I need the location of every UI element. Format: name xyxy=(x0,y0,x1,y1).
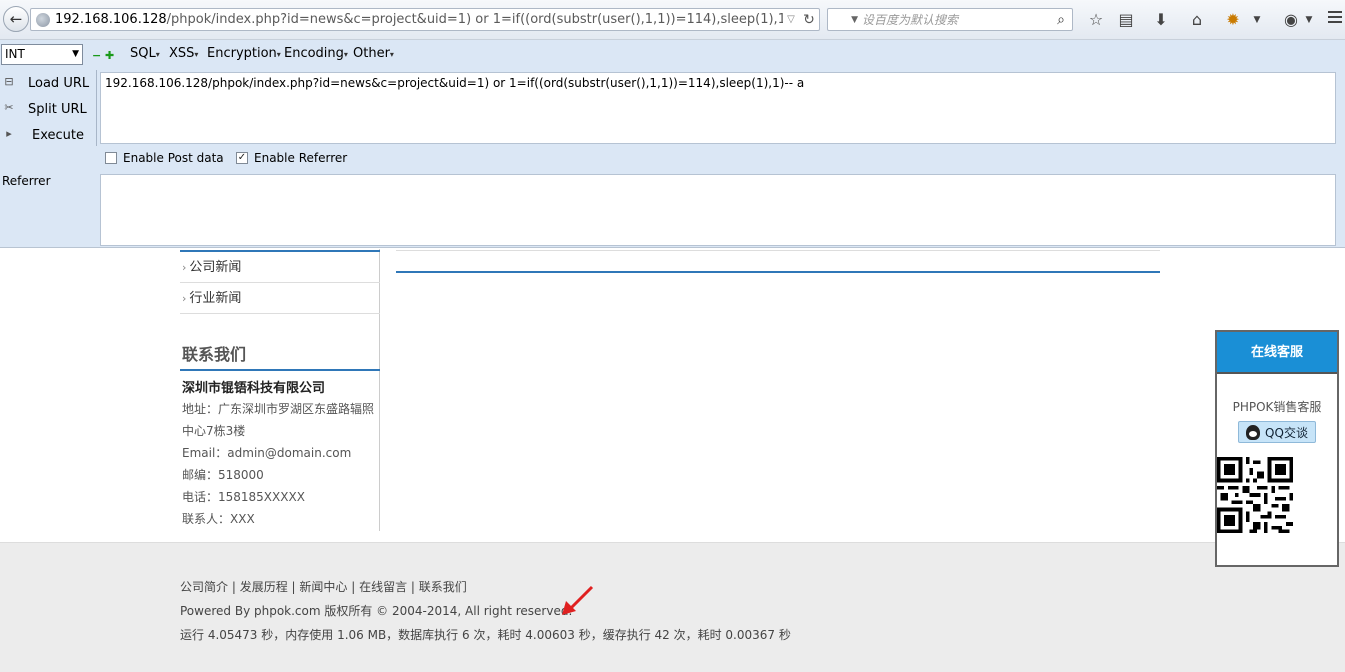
footer-link[interactable]: 联系我们 xyxy=(419,580,467,594)
category-item[interactable]: › 公司新闻 xyxy=(180,252,380,283)
url-textarea[interactable]: 192.168.106.128/phpok/index.php?id=news&… xyxy=(100,72,1336,144)
referrer-label: Referrer xyxy=(2,174,51,188)
category-label: 公司新闻 xyxy=(189,260,242,275)
firebug-icon[interactable]: ✹ xyxy=(1222,9,1244,31)
url-textarea-value: 192.168.106.128/phpok/index.php?id=news&… xyxy=(105,76,805,90)
caret-icon: ▾ xyxy=(389,50,394,59)
addon-dropdown-icon[interactable]: ▼ xyxy=(1298,9,1320,31)
enable-referrer-checkbox[interactable]: ✓ Enable Referrer xyxy=(236,151,347,165)
page-content: › 公司新闻 › 行业新闻 联系我们 深圳市锟铻科技有限公司 地址：广东深圳市罗湖区… xyxy=(0,249,1345,672)
company-name: 深圳市锟铻科技有限公司 xyxy=(182,381,326,396)
category-label: 行业新闻 xyxy=(189,291,242,306)
contact-title: 联系我们 xyxy=(182,345,247,364)
split-url-button[interactable]: ✂ Split URL xyxy=(0,98,87,120)
search-placeholder: 设百度为默认搜索 xyxy=(862,13,959,27)
menu-other-label: Other xyxy=(353,46,390,61)
footer-copyright: Powered By phpok.com 版权所有 © 2004-2014, A… xyxy=(180,604,573,618)
address-line-2: 中心7栋3楼 xyxy=(182,424,246,438)
footer-link[interactable]: 公司简介 xyxy=(180,580,228,594)
post-checkbox-box[interactable] xyxy=(105,152,117,164)
chevron-right-icon: › xyxy=(182,292,187,305)
hackbar-divider xyxy=(96,70,97,146)
phone-line: 电话：158185XXXXX xyxy=(182,490,305,504)
reload-icon[interactable]: ↻ xyxy=(799,12,819,28)
menu-encryption-label: Encryption xyxy=(207,46,277,61)
caret-icon: ▾ xyxy=(155,50,160,59)
load-url-label: Load URL xyxy=(28,75,90,91)
search-bar[interactable]: ▼ 设百度为默认搜索 ⌕ xyxy=(827,8,1073,31)
url-host: 192.168.106.128 xyxy=(55,12,167,27)
email-line: Email：admin@domain.com xyxy=(182,446,352,460)
url-text[interactable]: 192.168.106.128/phpok/index.php?id=news&… xyxy=(55,12,783,27)
reading-list-icon[interactable]: ▤ xyxy=(1115,9,1137,31)
back-icon[interactable]: ← xyxy=(3,6,29,32)
chevron-right-icon: › xyxy=(182,261,187,274)
search-engine-dropdown-icon[interactable]: ▼ xyxy=(828,15,862,25)
footer-stats: 运行 4.05473 秒，内存使用 1.06 MB，数据库执行 6 次，耗时 4… xyxy=(180,628,791,642)
annotation-arrow-icon xyxy=(562,585,594,615)
bookmark-star-icon[interactable]: ☆ xyxy=(1085,9,1107,31)
load-url-icon: ⊟ xyxy=(4,75,14,88)
caret-icon: ▾ xyxy=(276,50,281,59)
postcode-line: 邮编：518000 xyxy=(182,468,264,482)
footer: 公司简介 | 发展历程 | 新闻中心 | 在线留言 | 联系我们 Powered… xyxy=(0,542,1345,672)
contact-person-line: 联系人：XXX xyxy=(182,512,255,526)
enable-referrer-label: Enable Referrer xyxy=(254,151,348,165)
caret-icon: ▾ xyxy=(194,50,199,59)
contact-accent-line xyxy=(180,369,380,371)
online-support-widget: 在线客服 PHPOK销售客服 QQ交谈 xyxy=(1215,330,1339,567)
category-item[interactable]: › 行业新闻 xyxy=(180,283,380,314)
url-bar[interactable]: 192.168.106.128/phpok/index.php?id=news&… xyxy=(30,8,820,31)
address-line-1: 地址：广东深圳市罗湖区东盛路辐照 xyxy=(182,402,375,416)
footer-link[interactable]: 在线留言 xyxy=(359,580,407,594)
url-dropdown-icon[interactable]: ▽ xyxy=(783,14,799,25)
scissors-icon: ✂ xyxy=(4,101,14,114)
qq-penguin-icon xyxy=(1246,424,1261,440)
firebug-dropdown-icon[interactable]: ▼ xyxy=(1246,9,1268,31)
menu-xss-label: XSS xyxy=(169,46,195,61)
search-icon[interactable]: ⌕ xyxy=(1050,12,1072,28)
footer-link[interactable]: 新闻中心 xyxy=(299,580,347,594)
play-icon: ▸ xyxy=(6,127,12,140)
execute-button[interactable]: ▸ Execute xyxy=(0,124,84,146)
type-select-value: INT xyxy=(5,47,25,61)
sidebar: › 公司新闻 › 行业新闻 联系我们 深圳市锟铻科技有限公司 地址：广东深圳市罗湖区… xyxy=(180,249,380,531)
menu-encoding[interactable]: Encoding▾ xyxy=(284,46,348,61)
support-title: 在线客服 xyxy=(1217,332,1337,374)
menu-encryption[interactable]: Encryption▾ xyxy=(207,46,281,61)
qq-chat-label: QQ交谈 xyxy=(1265,425,1308,440)
url-path: /phpok/index.php?id=news&c=project&uid=1… xyxy=(166,12,783,27)
footer-links: 公司简介 | 发展历程 | 新闻中心 | 在线留言 | 联系我们 xyxy=(180,580,467,594)
qq-chat-button[interactable]: QQ交谈 xyxy=(1238,421,1316,443)
type-select[interactable]: INT ▼ xyxy=(1,44,83,65)
download-icon[interactable]: ⬇ xyxy=(1150,9,1172,31)
menu-other[interactable]: Other▾ xyxy=(353,46,394,61)
caret-icon: ▾ xyxy=(343,50,348,59)
footer-link[interactable]: 发展历程 xyxy=(240,580,288,594)
browser-toolbar: ← 192.168.106.128/phpok/index.php?id=new… xyxy=(0,0,1345,40)
menu-xss[interactable]: XSS▾ xyxy=(169,46,198,61)
menu-sql[interactable]: SQL▾ xyxy=(130,46,160,61)
select-arrow-icon: ▼ xyxy=(72,49,79,59)
menu-sql-label: SQL xyxy=(130,46,156,61)
main-accent-line xyxy=(396,271,1160,273)
load-url-button[interactable]: ⊟ Load URL xyxy=(0,72,89,94)
enable-post-checkbox[interactable]: Enable Post data xyxy=(105,151,224,165)
plus-minus-icons[interactable]: − ✚ xyxy=(92,49,114,62)
menu-encoding-label: Encoding xyxy=(284,46,344,61)
qr-code-icon xyxy=(1217,457,1293,533)
referrer-checkbox-box[interactable]: ✓ xyxy=(236,152,248,164)
hamburger-menu-icon[interactable] xyxy=(1328,11,1342,25)
referrer-textarea[interactable] xyxy=(100,174,1336,246)
main-top-border xyxy=(396,250,1160,251)
home-icon[interactable]: ⌂ xyxy=(1186,9,1208,31)
hackbar-panel: INT ▼ − ✚ SQL▾ XSS▾ Encryption▾ Encoding… xyxy=(0,40,1345,248)
split-url-label: Split URL xyxy=(28,101,87,117)
enable-post-label: Enable Post data xyxy=(123,151,224,165)
execute-label: Execute xyxy=(32,127,84,143)
support-agent-name: PHPOK销售客服 xyxy=(1232,400,1322,414)
globe-icon xyxy=(36,12,50,27)
